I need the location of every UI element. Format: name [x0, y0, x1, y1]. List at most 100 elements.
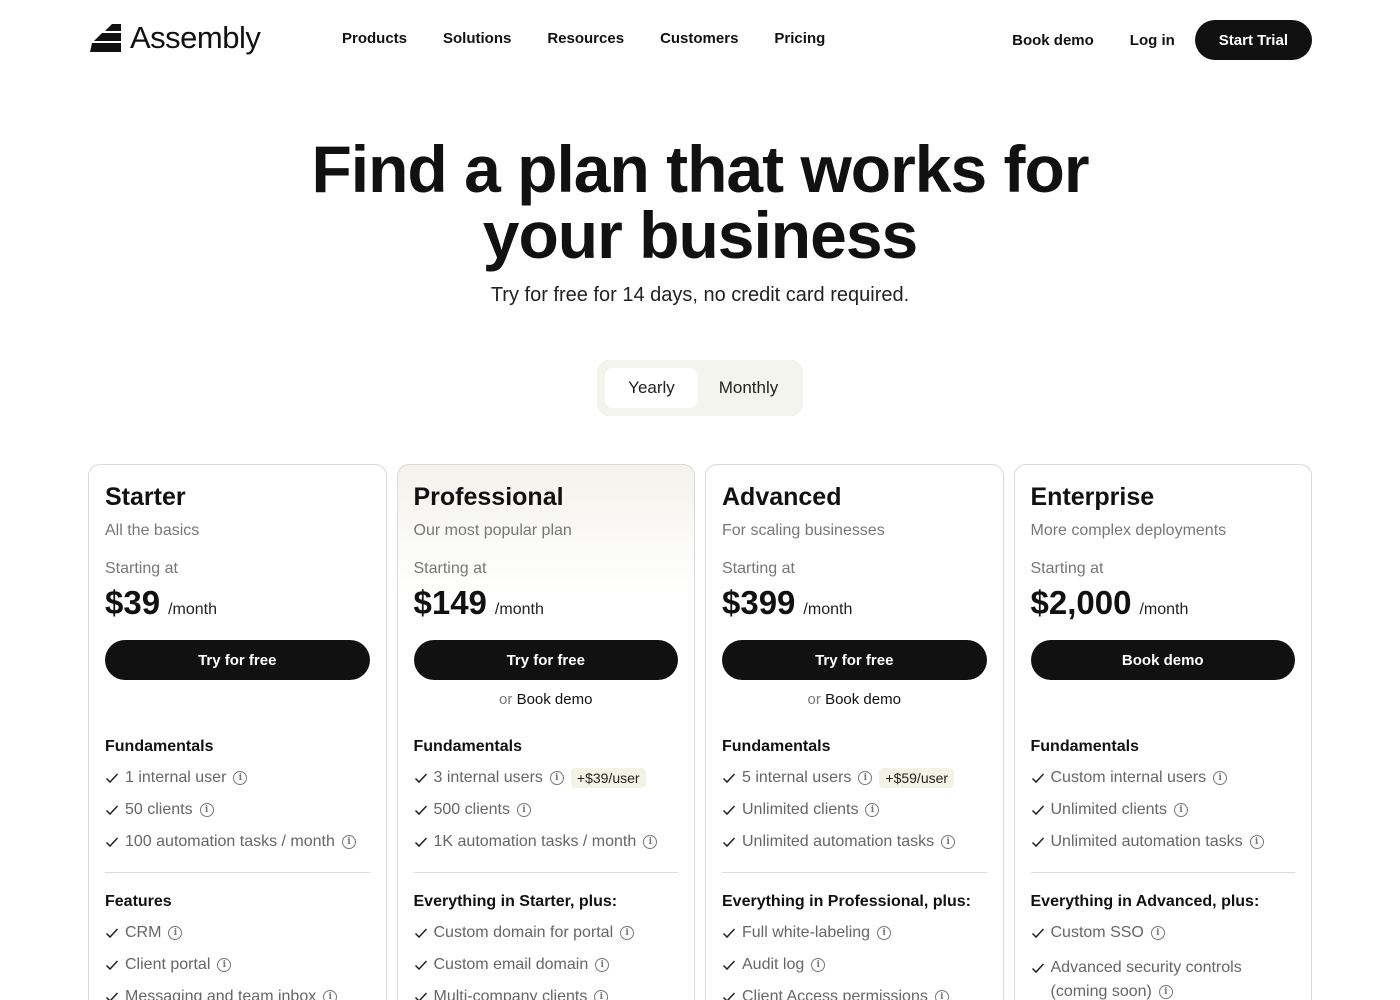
info-icon[interactable]: i: [595, 958, 610, 972]
plan-price: $399: [722, 584, 796, 621]
nav-link-customers[interactable]: Customers: [660, 30, 738, 47]
info-icon[interactable]: i: [168, 926, 183, 940]
assembly-logo[interactable]: Assembly: [90, 20, 261, 56]
features-list: Custom domain for portal i Custom email do…: [414, 917, 679, 1000]
info-icon[interactable]: i: [941, 835, 956, 849]
fundamentals-list: 5 internal users i +$59/user Unlimited clie…: [722, 762, 987, 858]
info-icon[interactable]: i: [549, 771, 564, 785]
plan-price: $149: [413, 584, 487, 621]
info-icon[interactable]: i: [877, 926, 892, 940]
check-icon: [1031, 928, 1044, 939]
fundamentals-list: Custom internal users i Unlimited clients i…: [1031, 762, 1296, 858]
check-icon: [1031, 805, 1044, 816]
info-icon[interactable]: i: [620, 926, 635, 940]
info-icon[interactable]: i: [341, 835, 356, 849]
price-period: /month: [1139, 601, 1189, 618]
feature-text: Full white-labeling: [742, 924, 871, 941]
info-icon[interactable]: i: [934, 990, 949, 1000]
top-navigation: Assembly Products Solutions Resources Cu…: [0, 0, 1400, 80]
feature-text: Unlimited automation tasks: [742, 833, 935, 850]
features-list: Full white-labeling i Audit log i Client Acc…: [722, 917, 987, 1000]
info-icon[interactable]: i: [858, 771, 873, 785]
nav-link-resources[interactable]: Resources: [547, 30, 624, 47]
book-demo-link[interactable]: Book demo: [1012, 32, 1094, 49]
info-icon[interactable]: i: [643, 835, 658, 849]
feature-text: Unlimited clients: [1050, 801, 1167, 818]
check-icon: [414, 992, 427, 1000]
start-trial-button[interactable]: Start Trial: [1194, 20, 1312, 60]
nav-link-solutions[interactable]: Solutions: [443, 30, 511, 47]
info-icon[interactable]: i: [865, 803, 880, 817]
info-icon[interactable]: i: [1249, 835, 1264, 849]
price-per-user-badge: +$39/user: [570, 768, 646, 788]
features-list: CRM i Client portal i Messaging and team inb…: [105, 917, 370, 1000]
feature-text: 100 automation tasks / month: [125, 833, 335, 850]
feature-item: Unlimited clients i: [1031, 794, 1296, 826]
check-icon: [722, 960, 736, 971]
info-icon[interactable]: i: [517, 803, 531, 817]
feature-item: Client portal i: [105, 949, 370, 981]
plan-cta-button[interactable]: Try for free: [722, 640, 987, 680]
price-row: $149 /month: [414, 584, 679, 622]
check-icon: [105, 837, 119, 848]
plan-description: Our most popular plan: [413, 522, 572, 539]
info-icon[interactable]: i: [1158, 984, 1173, 999]
plan-description: All the basics: [105, 522, 200, 539]
toggle-yearly[interactable]: Yearly: [605, 368, 698, 408]
feature-item: Audit log i: [722, 949, 987, 981]
check-icon: [105, 992, 119, 1000]
toggle-monthly[interactable]: Monthly: [702, 368, 795, 408]
check-icon: [722, 837, 736, 848]
info-icon[interactable]: i: [811, 958, 826, 972]
plan-cta-button[interactable]: Try for free: [413, 640, 678, 680]
feature-text: 500 clients: [433, 801, 511, 818]
check-icon: [105, 960, 119, 971]
fundamentals-title: Fundamentals: [413, 738, 522, 755]
plan-cta-button[interactable]: Try for free: [105, 640, 370, 680]
plan-name: Advanced: [722, 483, 842, 511]
info-icon[interactable]: i: [199, 803, 214, 817]
page-title: Find a plan that works for your business: [0, 136, 1400, 268]
plan-name: Starter: [105, 483, 186, 511]
section-divider: [413, 872, 678, 873]
info-icon[interactable]: i: [323, 990, 338, 1000]
nav-links: Products Solutions Resources Customers P…: [342, 30, 825, 47]
pricing-card-professional: Professional Our most popular plan Start…: [396, 464, 695, 1000]
plan-description: For scaling businesses: [722, 522, 885, 539]
nav-link-products[interactable]: Products: [342, 30, 407, 47]
or-text: or: [499, 691, 513, 708]
check-icon: [414, 837, 427, 848]
price-per-user-badge: +$59/user: [879, 768, 955, 788]
nav-link-pricing[interactable]: Pricing: [774, 30, 825, 47]
info-icon[interactable]: i: [1150, 926, 1165, 940]
feature-text: Unlimited clients: [742, 801, 859, 818]
check-icon: [414, 928, 427, 939]
pricing-card-enterprise: Enterprise More complex deployments Star…: [1013, 464, 1312, 1000]
info-icon[interactable]: i: [594, 990, 609, 1000]
check-icon: [105, 773, 119, 784]
feature-item: Unlimited automation tasks i: [722, 826, 987, 858]
plan-name: Professional: [413, 483, 564, 511]
price-row: $39 /month: [105, 584, 370, 622]
info-icon[interactable]: i: [217, 958, 232, 972]
or-text: or: [807, 691, 821, 708]
check-icon: [722, 773, 736, 784]
fundamentals-title: Fundamentals: [722, 738, 831, 755]
feature-item: 100 automation tasks / month i: [105, 826, 370, 858]
feature-item: Custom SSO i: [1031, 917, 1296, 949]
feature-text: 1 internal user: [125, 769, 227, 786]
book-demo-link[interactable]: Book demo: [825, 691, 901, 708]
info-icon[interactable]: i: [1213, 771, 1228, 785]
page-title-line-2: your business: [482, 198, 918, 272]
info-icon[interactable]: i: [1173, 803, 1188, 817]
or-book-demo: or Book demo: [722, 680, 987, 718]
assembly-logo-icon: [90, 24, 121, 52]
info-icon[interactable]: i: [233, 771, 248, 785]
features-title: Features: [105, 893, 172, 910]
feature-text: 3 internal users: [433, 769, 543, 786]
plan-cta-button[interactable]: Book demo: [1030, 640, 1295, 680]
book-demo-link[interactable]: Book demo: [517, 691, 593, 708]
pricing-card-starter: Starter All the basics Starting at $39 /…: [88, 464, 387, 1000]
features-list: Custom SSO i Advanced security controls (c…: [1031, 917, 1296, 1000]
login-link[interactable]: Log in: [1130, 32, 1175, 49]
